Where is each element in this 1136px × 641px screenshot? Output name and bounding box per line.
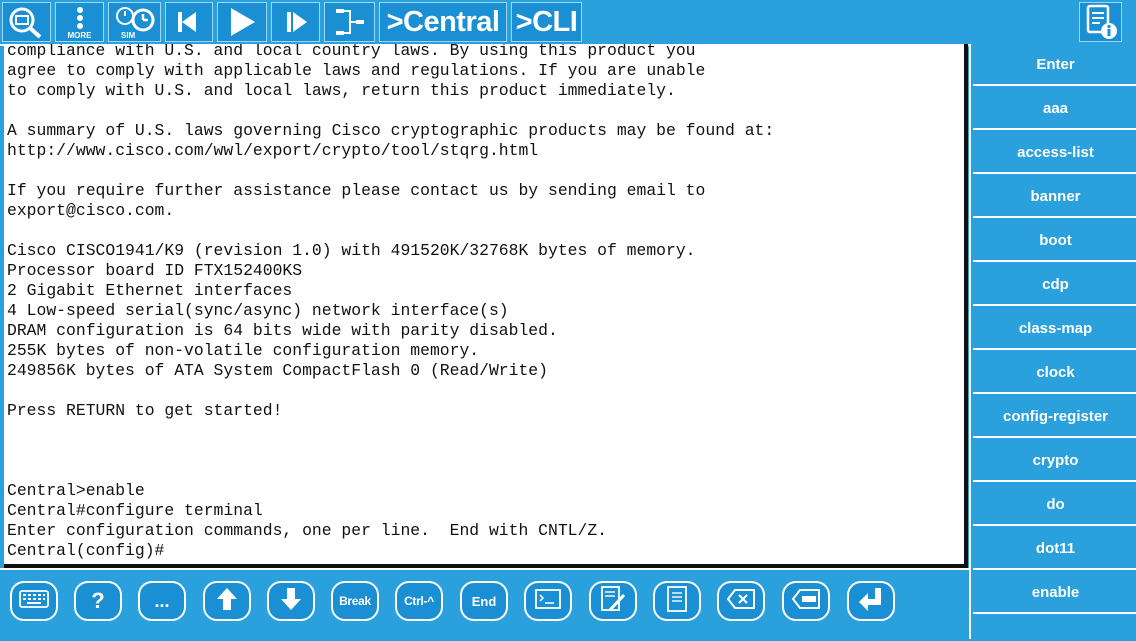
backspace-icon — [726, 588, 756, 615]
search-device-icon — [7, 5, 47, 39]
top-toolbar: MORE SIM >Central >CLI — [0, 0, 1136, 46]
backspace-button[interactable] — [717, 581, 765, 621]
break-label: Break — [339, 594, 371, 608]
arrow-up-icon — [216, 587, 238, 616]
command-dot11[interactable]: dot11 — [973, 528, 1136, 570]
more-label: MORE — [67, 31, 92, 40]
end-label: End — [471, 593, 497, 609]
history-down-button[interactable] — [267, 581, 315, 621]
end-button[interactable]: End — [460, 581, 508, 621]
ctrl-caret-label: Ctrl-^ — [404, 594, 434, 608]
keyboard-icon — [19, 589, 49, 613]
help-button[interactable]: ? — [74, 581, 122, 621]
return-button[interactable] — [847, 581, 895, 621]
command-cdp[interactable]: cdp — [973, 264, 1136, 306]
terminal-line: Press RETURN to get started! — [7, 401, 283, 420]
terminal-line: If you require further assistance please… — [7, 181, 706, 200]
terminal-line: Enter configuration commands, one per li… — [7, 521, 607, 540]
terminal-line: DRAM configuration is 64 bits wide with … — [7, 321, 558, 340]
terminal-line: 249856K bytes of ATA System CompactFlash… — [7, 361, 548, 380]
command-boot[interactable]: boot — [973, 220, 1136, 262]
terminal-line: 2 Gigabit Ethernet interfaces — [7, 281, 293, 300]
prompt-button[interactable] — [524, 581, 572, 621]
play-button[interactable] — [217, 2, 267, 42]
delete-word-icon — [791, 588, 821, 615]
info-icon — [1084, 4, 1118, 40]
command-enable[interactable]: enable — [973, 572, 1136, 614]
help-label: ? — [91, 588, 105, 613]
info-button[interactable] — [1079, 2, 1122, 42]
more-icon — [75, 6, 85, 32]
terminal-line: Central>enable — [7, 481, 145, 500]
terminal-line: 4 Low-speed serial(sync/async) network i… — [7, 301, 509, 320]
edit-icon — [599, 585, 627, 618]
more-options-label: ... — [154, 590, 170, 611]
terminal-line: Central(config)# — [7, 541, 165, 560]
terminal-line: http://www.cisco.com/wwl/export/crypto/t… — [7, 141, 539, 160]
terminal-line: to comply with U.S. and local laws, retu… — [7, 81, 676, 100]
central-label: >Central — [386, 5, 500, 38]
history-up-button[interactable] — [203, 581, 251, 621]
terminal-line: agree to comply with applicable laws and… — [7, 61, 706, 80]
break-button[interactable]: Break — [331, 581, 379, 621]
terminal-line: export@cisco.com. — [7, 201, 175, 220]
bottom-toolbar: ? ... Break Ctrl-^ End — [0, 568, 969, 641]
delete-word-button[interactable] — [782, 581, 830, 621]
step-back-icon — [176, 9, 202, 35]
edit-script-button[interactable] — [589, 581, 637, 621]
step-forward-icon — [283, 9, 309, 35]
ctrl-caret-button[interactable]: Ctrl-^ — [395, 581, 443, 621]
command-panel: Enter aaa access-list banner boot cdp cl… — [969, 44, 1136, 639]
command-enter[interactable]: Enter — [973, 44, 1136, 86]
command-class-map[interactable]: class-map — [973, 308, 1136, 350]
terminal-line: 255K bytes of non-volatile configuration… — [7, 341, 480, 360]
document-button[interactable] — [653, 581, 701, 621]
play-icon — [227, 6, 257, 38]
arrow-down-icon — [280, 587, 302, 616]
terminal-line: compliance with U.S. and local country l… — [7, 44, 696, 60]
terminal-output: compliance with U.S. and local country l… — [4, 44, 774, 561]
more-options-button[interactable]: ... — [138, 581, 186, 621]
command-config-register[interactable]: config-register — [973, 396, 1136, 438]
command-do[interactable]: do — [973, 484, 1136, 526]
search-device-button[interactable] — [2, 2, 51, 42]
command-clock[interactable]: clock — [973, 352, 1136, 394]
cli-button[interactable]: >CLI — [511, 2, 582, 42]
central-button[interactable]: >Central — [379, 2, 507, 42]
sim-clock-icon — [113, 5, 157, 33]
terminal-line: A summary of U.S. laws governing Cisco c… — [7, 121, 775, 140]
command-aaa[interactable]: aaa — [973, 88, 1136, 130]
command-crypto[interactable]: crypto — [973, 440, 1136, 482]
sim-label: SIM — [121, 31, 136, 40]
terminal-line: Central#configure terminal — [7, 501, 263, 520]
sim-button[interactable]: SIM — [108, 2, 161, 42]
step-forward-button[interactable] — [271, 2, 320, 42]
cli-terminal[interactable]: compliance with U.S. and local country l… — [4, 44, 968, 568]
prompt-icon — [534, 588, 562, 615]
terminal-line: Cisco CISCO1941/K9 (revision 1.0) with 4… — [7, 241, 696, 260]
terminal-line: Processor board ID FTX152400KS — [7, 261, 303, 280]
topology-icon — [334, 6, 366, 38]
cli-label: >CLI — [515, 5, 578, 38]
return-icon — [857, 586, 885, 617]
step-back-button[interactable] — [165, 2, 213, 42]
document-icon — [665, 585, 689, 618]
topology-button[interactable] — [324, 2, 375, 42]
more-button[interactable]: MORE — [55, 2, 104, 42]
command-access-list[interactable]: access-list — [973, 132, 1136, 174]
command-banner[interactable]: banner — [973, 176, 1136, 218]
keyboard-button[interactable] — [10, 581, 58, 621]
